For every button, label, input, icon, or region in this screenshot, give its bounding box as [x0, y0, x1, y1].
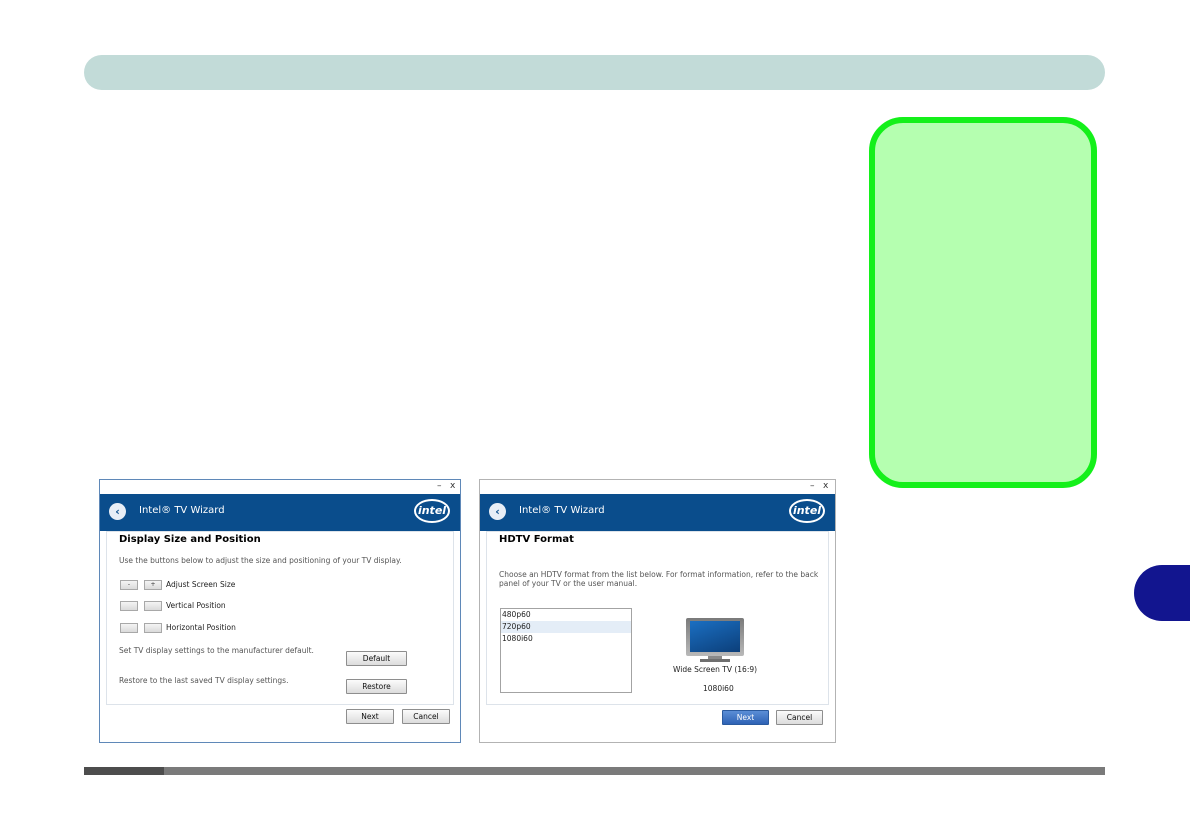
default-settings-description: Set TV display settings to the manufactu… — [119, 646, 314, 655]
vertical-position-up-button[interactable] — [120, 601, 138, 611]
sidebar-note-box — [869, 117, 1097, 488]
tv-wizard-hdtv-format-window: – x ‹ Intel® TV Wizard intel HDTV Format… — [479, 479, 836, 743]
intel-logo-icon: intel — [414, 499, 450, 523]
cancel-button[interactable]: Cancel — [402, 709, 450, 724]
intel-logo-icon: intel — [789, 499, 825, 523]
close-button[interactable]: x — [450, 480, 455, 492]
next-button[interactable]: Next — [346, 709, 394, 724]
window-titlebar: – x — [100, 480, 460, 493]
horizontal-position-right-button[interactable] — [144, 623, 162, 633]
section-title: Display Size and Position — [119, 534, 261, 545]
screen-size-increase-button[interactable]: + — [144, 580, 162, 590]
back-arrow-icon[interactable]: ‹ — [109, 503, 126, 520]
chapter-header-bar — [84, 55, 1105, 90]
tv-format-label: 1080i60 — [703, 684, 734, 693]
tv-type-label: Wide Screen TV (16:9) — [673, 665, 758, 674]
next-button[interactable]: Next — [722, 710, 769, 725]
restore-button[interactable]: Restore — [346, 679, 407, 694]
vertical-position-down-button[interactable] — [144, 601, 162, 611]
format-option-720p60[interactable]: 720p60 — [501, 621, 631, 633]
window-titlebar: – x — [480, 480, 835, 493]
tv-wizard-display-size-window: – x ‹ Intel® TV Wizard intel Display Siz… — [99, 479, 461, 743]
cancel-button[interactable]: Cancel — [776, 710, 823, 725]
chapter-tab — [1134, 565, 1190, 621]
wizard-banner: ‹ Intel® TV Wizard intel — [100, 494, 460, 531]
horizontal-position-left-button[interactable] — [120, 623, 138, 633]
section-description-line-1: Choose an HDTV format from the list belo… — [499, 570, 819, 579]
section-description: Use the buttons below to adjust the size… — [119, 556, 402, 565]
horizontal-position-label: Horizontal Position — [166, 623, 236, 632]
footer-rule — [84, 767, 1105, 775]
screen-size-decrease-button[interactable]: - — [120, 580, 138, 590]
default-button[interactable]: Default — [346, 651, 407, 666]
format-option-480p60[interactable]: 480p60 — [501, 609, 631, 621]
format-option-1080i60[interactable]: 1080i60 — [501, 633, 631, 645]
wizard-title: Intel® TV Wizard — [139, 505, 225, 516]
wizard-banner: ‹ Intel® TV Wizard intel — [480, 494, 835, 531]
footer-rule-accent — [84, 767, 164, 775]
vertical-position-label: Vertical Position — [166, 601, 226, 610]
minimize-button[interactable]: – — [437, 480, 442, 492]
minimize-button[interactable]: – — [810, 480, 815, 492]
wide-screen-tv-icon — [686, 618, 744, 662]
close-button[interactable]: x — [823, 480, 828, 492]
adjust-screen-size-label: Adjust Screen Size — [166, 580, 236, 589]
section-title: HDTV Format — [499, 534, 574, 545]
back-arrow-icon[interactable]: ‹ — [489, 503, 506, 520]
restore-settings-description: Restore to the last saved TV display set… — [119, 676, 289, 685]
wizard-title: Intel® TV Wizard — [519, 505, 605, 516]
section-description-line-2: panel of your TV or the user manual. — [499, 579, 638, 588]
hdtv-format-list[interactable]: 480p60 720p60 1080i60 — [500, 608, 632, 693]
